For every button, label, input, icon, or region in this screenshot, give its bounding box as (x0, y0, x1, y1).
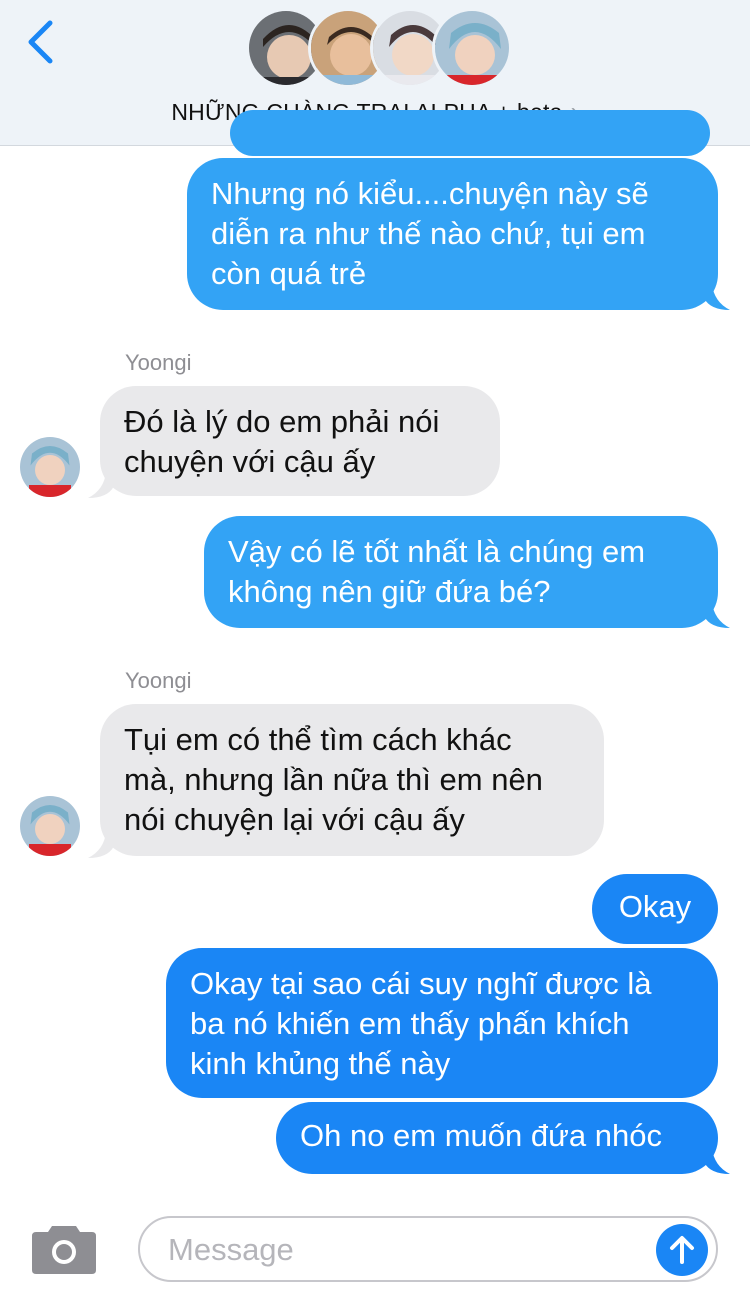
message-text-line: Nhưng nó kiểu....chuyện này sẽ (211, 176, 649, 211)
bubble-tail (88, 832, 114, 858)
message-bubble-outgoing[interactable]: Nhưng nó kiểu....chuyện này sẽ diễn ra n… (187, 158, 718, 310)
message-text-line: Okay tại sao cái suy nghĩ được là (190, 966, 652, 1001)
message-text-line: Đó là lý do em phải nói (124, 404, 440, 439)
chevron-left-icon (28, 20, 53, 64)
sender-name: Yoongi (125, 668, 192, 693)
back-button[interactable] (18, 16, 62, 68)
camera-button[interactable] (30, 1222, 98, 1276)
message-text-line: mà, nhưng lần nữa thì em nên (124, 762, 543, 797)
message-input[interactable]: Message (138, 1216, 718, 1282)
send-button[interactable] (656, 1224, 708, 1276)
message-text-line: chuyện với cậu ấy (124, 444, 376, 479)
bubble-tail (704, 1148, 730, 1174)
message-text-line: Vậy có lẽ tốt nhất là chúng em (228, 534, 646, 569)
message-text-line: Okay (618, 889, 692, 924)
message-bubble-outgoing[interactable]: Okay tại sao cái suy nghĩ được là ba nó … (166, 948, 718, 1098)
sender-avatar[interactable] (20, 796, 80, 856)
message-text-line: kinh khủng thế này (190, 1046, 451, 1081)
group-avatars[interactable] (246, 8, 512, 90)
message-text-line: nói chuyện lại với cậu ấy (124, 802, 465, 837)
message-text-line: Oh no em muốn đứa nhóc (300, 1118, 662, 1153)
message-text-line: diễn ra như thế nào chứ, tụi em (211, 216, 646, 251)
bubble-tail (88, 472, 114, 498)
bubble-tail (704, 284, 730, 310)
sender-name: Yoongi (125, 350, 192, 375)
message-bubble-outgoing[interactable]: Okay (592, 874, 718, 944)
avatar (432, 8, 512, 88)
message-text-line: còn quá trẻ (211, 256, 367, 291)
message-bubble-incoming[interactable]: Tụi em có thể tìm cách khác mà, nhưng lầ… (100, 704, 604, 856)
message-bubble-outgoing[interactable]: Oh no em muốn đứa nhóc (276, 1102, 718, 1174)
message-placeholder: Message (168, 1232, 294, 1267)
message-bubble-partial[interactable] (230, 110, 710, 156)
sender-avatar[interactable] (20, 437, 80, 497)
bubble-tail (704, 602, 730, 628)
arrow-up-icon (670, 1236, 694, 1264)
message-bubble-outgoing[interactable]: Vậy có lẽ tốt nhất là chúng em không nên… (204, 516, 718, 628)
message-bubble-incoming[interactable]: Đó là lý do em phải nói chuyện với cậu ấ… (100, 386, 500, 496)
message-text-line: Tụi em có thể tìm cách khác (124, 722, 512, 757)
message-text-line: ba nó khiến em thấy phấn khích (190, 1006, 630, 1041)
message-text-line: không nên giữ đứa bé? (228, 574, 551, 609)
camera-icon (32, 1226, 96, 1274)
